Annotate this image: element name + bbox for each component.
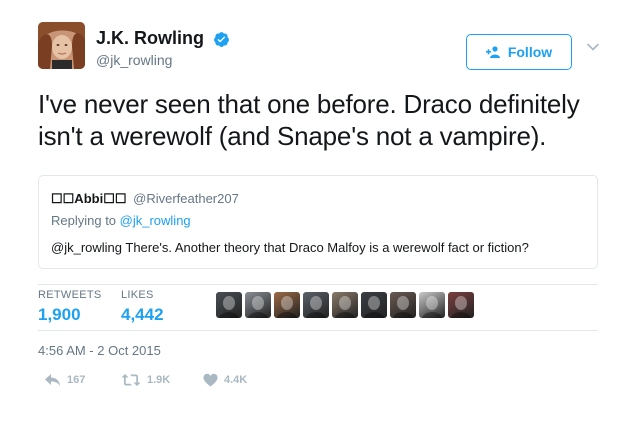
liker-avatar-9[interactable] <box>448 292 474 318</box>
author-name[interactable]: J.K. Rowling <box>96 28 204 49</box>
retweets-stat[interactable]: RETWEETS 1,900 <box>38 289 102 325</box>
replying-to-link[interactable]: @jk_rowling <box>120 213 191 228</box>
liker-avatar-3[interactable] <box>274 292 300 318</box>
quoted-tweet-header: ☐☐Abbi☐☐ @Riverfeather207 <box>51 191 239 207</box>
replying-prefix: Replying to <box>51 213 120 228</box>
liker-avatar-7[interactable] <box>390 292 416 318</box>
liker-avatar-6[interactable] <box>361 292 387 318</box>
liker-avatar-4[interactable] <box>303 292 329 318</box>
verified-badge-icon <box>214 32 229 47</box>
add-user-icon <box>485 46 500 58</box>
liker-avatar-8[interactable] <box>419 292 445 318</box>
reply-button[interactable]: 167 <box>44 373 85 387</box>
tweet-menu-button[interactable] <box>584 40 602 54</box>
reply-icon <box>45 374 60 386</box>
liker-avatar-5[interactable] <box>332 292 358 318</box>
retweet-icon <box>121 374 141 386</box>
follow-button[interactable]: Follow <box>466 34 572 70</box>
quoted-tweet[interactable]: ☐☐Abbi☐☐ @Riverfeather207 Replying to @j… <box>38 175 598 269</box>
quoted-replying-to: Replying to @jk_rowling <box>51 213 191 228</box>
liker-avatars <box>216 292 474 320</box>
liker-avatar-2[interactable] <box>245 292 271 318</box>
likes-stat[interactable]: LIKES 4,442 <box>121 289 164 325</box>
divider <box>38 330 598 331</box>
author-handle[interactable]: @jk_rowling <box>96 52 172 68</box>
retweet-count: 1.9K <box>147 374 171 386</box>
like-count: 4.4K <box>224 374 248 386</box>
heart-icon <box>203 373 218 387</box>
tweet-timestamp[interactable]: 4:56 AM - 2 Oct 2015 <box>38 343 161 358</box>
quoted-author-name: ☐☐Abbi☐☐ <box>51 191 127 206</box>
tweet-text: I've never seen that one before. Draco d… <box>38 89 580 151</box>
retweets-label: RETWEETS <box>38 289 102 301</box>
like-button[interactable]: 4.4K <box>203 373 247 387</box>
likes-label: LIKES <box>121 289 154 301</box>
quoted-tweet-text: @jk_rowling There's. Another theory that… <box>51 240 529 255</box>
liker-avatar-1[interactable] <box>216 292 242 318</box>
quoted-author-handle: @Riverfeather207 <box>133 191 239 206</box>
reply-count: 167 <box>67 374 86 386</box>
retweet-button[interactable]: 1.9K <box>121 373 170 387</box>
likes-count: 4,442 <box>121 305 164 324</box>
author-avatar[interactable] <box>38 22 85 69</box>
chevron-down-icon <box>586 43 600 51</box>
tweet-card: J.K. Rowling @jk_rowling Follow I've nev… <box>0 0 638 421</box>
divider <box>38 284 598 285</box>
retweets-count: 1,900 <box>38 305 81 324</box>
follow-button-label: Follow <box>507 44 553 60</box>
